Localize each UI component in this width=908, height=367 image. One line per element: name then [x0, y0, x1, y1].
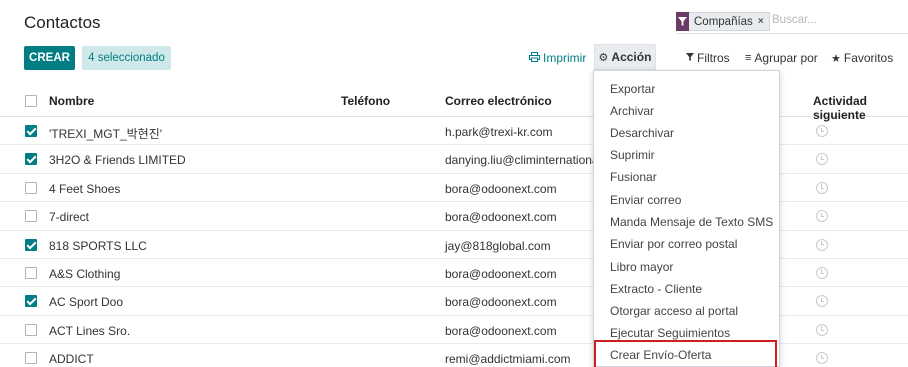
print-icon	[529, 51, 540, 65]
action-menu-item[interactable]: Libro mayor	[610, 260, 673, 274]
contact-name: ADDICT	[49, 352, 94, 367]
highlight-box	[594, 340, 777, 367]
contact-name: 7-direct	[49, 210, 90, 225]
selected-count-badge[interactable]: 4 seleccionado	[82, 46, 171, 70]
select-all-checkbox[interactable]	[25, 95, 37, 107]
filters-label: Filtros	[697, 51, 730, 65]
filter-icon	[686, 52, 694, 64]
bars-icon: ≡	[745, 52, 752, 64]
contact-email: jay@818global.com	[445, 238, 551, 253]
action-menu-item[interactable]: Extracto - Cliente	[610, 282, 702, 296]
create-button[interactable]: CREAR	[24, 46, 75, 70]
row-checkbox[interactable]	[25, 181, 37, 194]
clock-icon[interactable]	[816, 295, 828, 308]
favorites-label: Favoritos	[843, 51, 894, 65]
contact-email: bora@odoonext.com	[445, 323, 557, 338]
action-menu-item[interactable]: Enviar correo	[610, 193, 681, 207]
contact-email: bora@odoonext.com	[445, 210, 557, 225]
row-checkbox[interactable]	[25, 125, 37, 137]
row-checkbox[interactable]	[25, 323, 37, 336]
clock-icon[interactable]	[816, 125, 828, 137]
group-by-label: Agrupar por	[754, 51, 818, 65]
header-phone[interactable]: Teléfono	[341, 94, 390, 108]
action-menu-item[interactable]: Enviar por correo postal	[610, 237, 737, 251]
row-checkbox[interactable]	[25, 352, 37, 365]
contact-name: 818 SPORTS LLC	[49, 238, 147, 253]
clock-icon[interactable]	[816, 210, 828, 223]
contact-name: A&S Clothing	[49, 266, 121, 281]
page-title: Contactos	[24, 13, 101, 32]
clock-icon[interactable]	[816, 323, 828, 336]
contact-name: AC Sport Doo	[49, 295, 124, 310]
group-by-button[interactable]: ≡ Agrupar por	[745, 51, 818, 65]
contact-email: h.park@trexi-kr.com	[445, 125, 553, 139]
header-name[interactable]: Nombre	[49, 94, 94, 108]
clock-icon[interactable]	[816, 352, 828, 365]
facet-remove-icon[interactable]: ×	[758, 16, 764, 27]
contact-email: danying.liu@climinternationa	[445, 153, 599, 168]
clock-icon[interactable]	[816, 238, 828, 251]
star-icon: ★	[831, 52, 841, 65]
header-email[interactable]: Correo electrónico	[445, 94, 552, 108]
facet-label: Compañías	[694, 15, 753, 28]
contact-email: bora@odoonext.com	[445, 295, 557, 310]
action-menu-item[interactable]: Otorgar acceso al portal	[610, 304, 738, 318]
action-dropdown-menu: Exportar Archivar Desarchivar Suprimir Fusio…	[593, 70, 780, 367]
action-menu-item[interactable]: Fusionar	[610, 170, 657, 184]
contact-name: ACT Lines Sro.	[49, 323, 131, 338]
action-menu-item[interactable]: Archivar	[610, 104, 654, 118]
contact-email: bora@odoonext.com	[445, 181, 557, 196]
search-underline	[676, 33, 908, 34]
contact-email: bora@odoonext.com	[445, 266, 557, 281]
clock-icon[interactable]	[816, 181, 828, 194]
clock-icon[interactable]	[816, 266, 828, 279]
action-label: Acción	[611, 50, 652, 64]
contact-email: remi@addictmiami.com	[445, 352, 571, 367]
row-checkbox[interactable]	[25, 295, 37, 308]
action-button[interactable]: ⚙ Acción	[594, 44, 656, 70]
contact-name: 'TREXI_MGT_박현진'	[49, 127, 163, 141]
gear-icon: ⚙	[598, 51, 609, 64]
row-checkbox[interactable]	[25, 153, 37, 166]
filter-icon	[676, 12, 689, 31]
row-checkbox[interactable]	[25, 238, 37, 251]
filters-button[interactable]: Filtros	[686, 51, 730, 65]
favorites-button[interactable]: ★ Favoritos	[831, 51, 893, 65]
facet-label-box: Compañías ×	[689, 12, 770, 31]
search-facet: Compañías ×	[676, 12, 770, 31]
action-menu-item[interactable]: Exportar	[610, 82, 655, 96]
row-checkbox[interactable]	[25, 266, 37, 279]
print-button[interactable]: Imprimir	[529, 51, 586, 65]
action-menu-item[interactable]: Manda Mensaje de Texto SMS	[610, 215, 773, 229]
contact-name: 3H2O & Friends LIMITED	[49, 153, 186, 168]
print-label: Imprimir	[543, 51, 587, 65]
action-menu-item[interactable]: Ejecutar Seguimientos	[610, 326, 730, 340]
row-checkbox[interactable]	[25, 210, 37, 223]
clock-icon[interactable]	[816, 153, 828, 166]
action-menu-item[interactable]: Suprimir	[610, 148, 655, 162]
contact-name: 4 Feet Shoes	[49, 181, 121, 196]
search-input[interactable]: Buscar...	[772, 14, 817, 26]
action-menu-item[interactable]: Desarchivar	[610, 126, 674, 140]
